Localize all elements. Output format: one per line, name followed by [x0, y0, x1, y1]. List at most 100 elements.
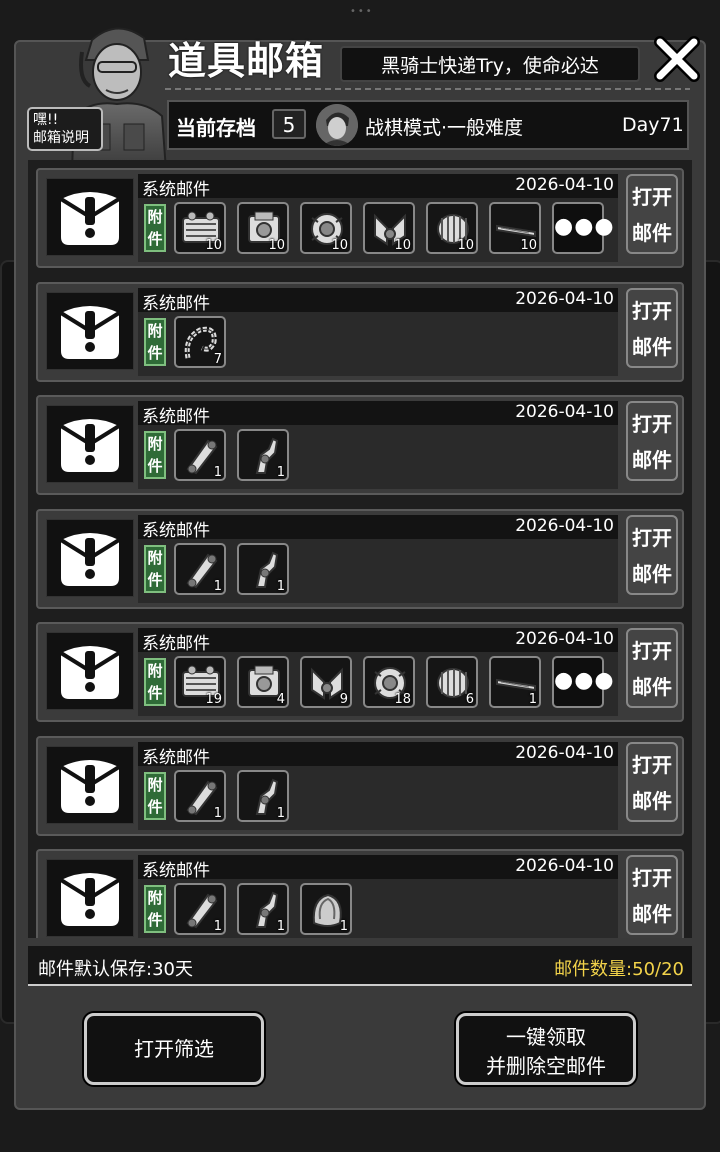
- attachment-item[interactable]: 10: [174, 202, 226, 254]
- item-count: 1: [213, 579, 222, 594]
- more-items-button[interactable]: ●●●: [552, 656, 614, 708]
- courier-slogan: 黑骑士快递Try，使命必达: [340, 46, 640, 82]
- save-slot-number: 5: [272, 109, 306, 139]
- mail-alert-icon: [46, 405, 134, 483]
- claim-label-line1: 一键领取: [506, 1025, 586, 1049]
- attachment-item[interactable]: 10: [363, 202, 415, 254]
- open-mail-button[interactable]: 打开邮件: [626, 855, 678, 935]
- title-divider: [165, 88, 690, 90]
- mail-header: 系统邮件 2026-04-10: [138, 401, 618, 427]
- item-count: 1: [276, 919, 285, 934]
- mail-header: 系统邮件 2026-04-10: [138, 855, 618, 881]
- mail-footer: 邮件默认保存:30天 邮件数量:50/20: [28, 946, 692, 986]
- mail-alert-icon: [46, 859, 134, 937]
- item-count: 7: [213, 352, 222, 367]
- mail-row[interactable]: 系统邮件 2026-04-10 附件 1 1 打开邮件: [36, 509, 684, 609]
- mail-alert-icon: [46, 746, 134, 824]
- open-filter-button[interactable]: 打开筛选: [84, 1013, 264, 1085]
- attachment-item[interactable]: 1: [237, 883, 289, 935]
- mail-header: 系统邮件 2026-04-10: [138, 174, 618, 200]
- item-count: 1: [213, 919, 222, 934]
- open-mail-button[interactable]: 打开邮件: [626, 515, 678, 595]
- attachment-tag: 附件: [144, 431, 166, 479]
- mail-row[interactable]: 系统邮件 2026-04-10 附件 10 10 10 10 10 10 ●●● 打开邮件: [36, 168, 684, 268]
- mail-content: 系统邮件 2026-04-10 附件 19 4 9 18 6 1 ●●●: [138, 628, 618, 716]
- item-count: 1: [276, 465, 285, 480]
- page-title: 道具邮箱: [168, 39, 325, 83]
- claim-all-button[interactable]: 一键领取 并删除空邮件: [456, 1013, 636, 1085]
- open-mail-button[interactable]: 打开邮件: [626, 742, 678, 822]
- attachment-item[interactable]: 10: [489, 202, 541, 254]
- mail-sender: 系统邮件: [142, 407, 210, 427]
- mail-row[interactable]: 系统邮件 2026-04-10 附件 1 1 1 打开邮件: [36, 849, 684, 938]
- mail-content: 系统邮件 2026-04-10 附件 7: [138, 288, 618, 376]
- day-counter: Day71: [622, 114, 684, 136]
- attachment-item[interactable]: 18: [363, 656, 415, 708]
- item-count: 10: [331, 238, 348, 253]
- attachment-item[interactable]: 9: [300, 656, 352, 708]
- mail-date: 2026-04-10: [515, 629, 614, 649]
- attachment-item[interactable]: 1: [489, 656, 541, 708]
- mail-list[interactable]: 系统邮件 2026-04-10 附件 10 10 10 10 10 10 ●●● 打开邮件 系统邮件 2…: [28, 160, 692, 938]
- mail-alert-icon: [46, 292, 134, 370]
- item-count: 10: [394, 238, 411, 253]
- mail-sender: 系统邮件: [142, 180, 210, 200]
- attachment-item[interactable]: 10: [237, 202, 289, 254]
- open-mail-label: 打开邮件: [632, 753, 672, 813]
- item-count: 1: [213, 465, 222, 480]
- attachment-item[interactable]: 6: [426, 656, 478, 708]
- mail-count: 邮件数量:50/20: [554, 959, 684, 980]
- open-mail-label: 打开邮件: [632, 299, 672, 359]
- item-count: 10: [457, 238, 474, 253]
- mail-row[interactable]: 系统邮件 2026-04-10 附件 7 打开邮件: [36, 282, 684, 382]
- attachment-item[interactable]: 10: [426, 202, 478, 254]
- attachment-item[interactable]: 1: [237, 543, 289, 595]
- mail-content: 系统邮件 2026-04-10 附件 1 1: [138, 515, 618, 603]
- mail-alert-icon: [46, 178, 134, 256]
- open-mail-button[interactable]: 打开邮件: [626, 401, 678, 481]
- commander-avatar: [316, 104, 358, 146]
- mail-sender: 系统邮件: [142, 634, 210, 654]
- more-items-button[interactable]: ●●●: [552, 202, 614, 254]
- attachment-item[interactable]: 1: [300, 883, 352, 935]
- mail-sender: 系统邮件: [142, 748, 210, 768]
- attachment-item[interactable]: 7: [174, 316, 226, 368]
- filter-label: 打开筛选: [134, 1037, 214, 1061]
- item-count: 10: [520, 238, 537, 253]
- mail-alert-icon: [46, 632, 134, 710]
- mail-sender: 系统邮件: [142, 294, 210, 314]
- attachment-item[interactable]: 1: [237, 429, 289, 481]
- mail-header: 系统邮件 2026-04-10: [138, 628, 618, 654]
- open-mail-button[interactable]: 打开邮件: [626, 174, 678, 254]
- mail-header: 系统邮件 2026-04-10: [138, 515, 618, 541]
- open-mail-label: 打开邮件: [632, 412, 672, 472]
- open-mail-button[interactable]: 打开邮件: [626, 288, 678, 368]
- mail-row[interactable]: 系统邮件 2026-04-10 附件 1 1 打开邮件: [36, 395, 684, 495]
- claim-label-line2: 并删除空邮件: [486, 1054, 606, 1078]
- attachment-item[interactable]: 1: [174, 429, 226, 481]
- top-handle: •••: [350, 6, 374, 17]
- mail-row[interactable]: 系统邮件 2026-04-10 附件 19 4 9 18 6 1 ●●● 打开邮件: [36, 622, 684, 722]
- attachment-item[interactable]: 1: [174, 543, 226, 595]
- item-count: 10: [205, 238, 222, 253]
- attachment-item[interactable]: 10: [300, 202, 352, 254]
- attachment-item[interactable]: 1: [174, 883, 226, 935]
- item-count: 6: [465, 692, 474, 707]
- attachment-item[interactable]: 1: [174, 770, 226, 822]
- attachment-item[interactable]: 19: [174, 656, 226, 708]
- item-count: 1: [276, 579, 285, 594]
- mail-content: 系统邮件 2026-04-10 附件 10 10 10 10 10 10 ●●●: [138, 174, 618, 262]
- mail-row[interactable]: 系统邮件 2026-04-10 附件 1 1 打开邮件: [36, 736, 684, 836]
- item-count: 1: [213, 806, 222, 821]
- attachment-tag: 附件: [144, 885, 166, 933]
- mailbox-help-button[interactable]: 嘿!! 邮箱说明: [27, 107, 103, 151]
- attachment-tag: 附件: [144, 204, 166, 252]
- attachment-item[interactable]: 4: [237, 656, 289, 708]
- close-icon[interactable]: [652, 34, 702, 84]
- attachment-item[interactable]: 1: [237, 770, 289, 822]
- item-count: 10: [268, 238, 285, 253]
- open-mail-button[interactable]: 打开邮件: [626, 628, 678, 708]
- mail-header: 系统邮件 2026-04-10: [138, 288, 618, 314]
- help-label: 嘿!! 邮箱说明: [33, 112, 89, 146]
- attachment-tag: 附件: [144, 772, 166, 820]
